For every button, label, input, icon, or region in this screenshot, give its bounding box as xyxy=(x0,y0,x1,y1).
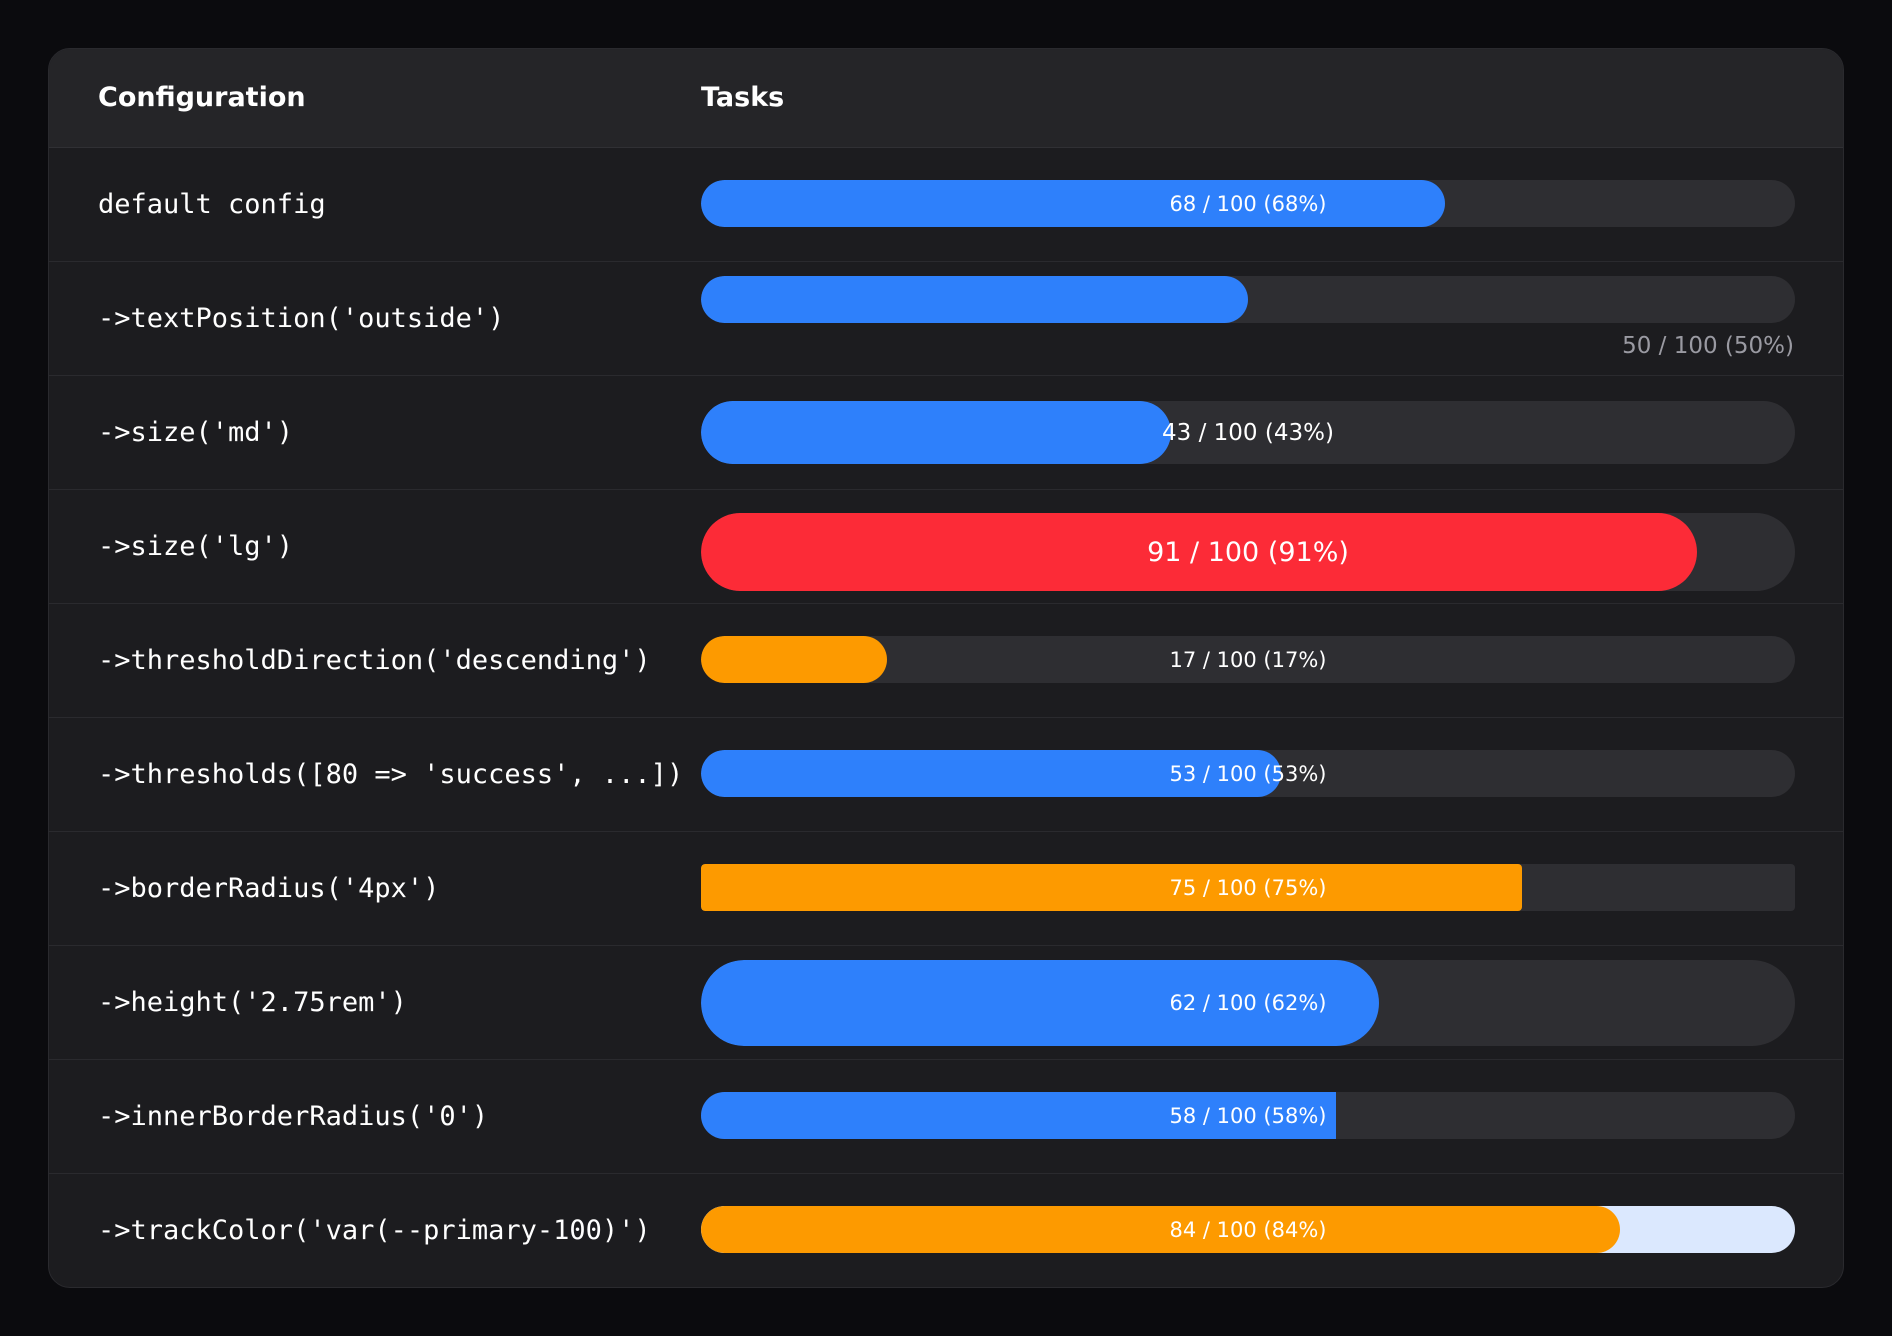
config-label: ->height('2.75rem') xyxy=(98,987,407,1018)
config-label: ->trackColor('var(--primary-100)') xyxy=(98,1215,651,1246)
table-row: ->thresholds([80 => 'success', ...]) 53 /… xyxy=(49,718,1843,832)
progress-track: 53 / 100 (53%) xyxy=(701,750,1795,797)
table-row: default config 68 / 100 (68%) xyxy=(49,148,1843,262)
progress-label: 43 / 100 (43%) xyxy=(1162,419,1334,446)
config-label: ->thresholds([80 => 'success', ...]) xyxy=(98,759,684,790)
config-label: ->borderRadius('4px') xyxy=(98,873,440,904)
progress-label: 58 / 100 (58%) xyxy=(1169,1103,1327,1128)
table-row: ->borderRadius('4px') 75 / 100 (75%) xyxy=(49,832,1843,946)
progress-track: 62 / 100 (62%) xyxy=(701,960,1795,1046)
progress-label-outside: 50 / 100 (50%) xyxy=(1622,333,1794,359)
progress-track: 91 / 100 (91%) xyxy=(701,513,1795,591)
column-header-tasks: Tasks xyxy=(701,82,785,113)
progress-track: 68 / 100 (68%) xyxy=(701,180,1795,227)
column-header-configuration: Configuration xyxy=(98,82,306,113)
table-row: ->innerBorderRadius('0') 58 / 100 (58%) xyxy=(49,1060,1843,1174)
config-label: default config xyxy=(98,189,326,220)
config-label: ->textPosition('outside') xyxy=(98,303,505,334)
table-row: ->thresholdDirection('descending') 17 / 1… xyxy=(49,604,1843,718)
table-header: Configuration Tasks xyxy=(49,49,1843,148)
progress-track: 75 / 100 (75%) xyxy=(701,864,1795,911)
table-body: default config 68 / 100 (68%) ->textPositi… xyxy=(49,148,1843,1287)
table-row: ->textPosition('outside') 50 / 100 (50%) xyxy=(49,262,1843,376)
table-row: ->size('md') 43 / 100 (43%) xyxy=(49,376,1843,490)
table-row: ->height('2.75rem') 62 / 100 (62%) xyxy=(49,946,1843,1060)
progress-track: 43 / 100 (43%) xyxy=(701,401,1795,464)
table-row: ->trackColor('var(--primary-100)') 84 / 1… xyxy=(49,1174,1843,1287)
config-label: ->thresholdDirection('descending') xyxy=(98,645,651,676)
config-label: ->size('md') xyxy=(98,417,294,448)
table-row: ->size('lg') 91 / 100 (91%) xyxy=(49,490,1843,604)
progress-track: 58 / 100 (58%) xyxy=(701,1092,1795,1139)
progress-label: 84 / 100 (84%) xyxy=(1169,1217,1327,1242)
progress-label: 17 / 100 (17%) xyxy=(1169,647,1327,672)
progress-label: 68 / 100 (68%) xyxy=(1169,191,1327,216)
progress-track xyxy=(701,276,1795,323)
progress-fill xyxy=(701,276,1248,323)
config-label: ->size('lg') xyxy=(98,531,294,562)
progress-label: 75 / 100 (75%) xyxy=(1169,875,1327,900)
progress-bar-table: Configuration Tasks default config 68 / 1… xyxy=(48,48,1844,1288)
progress-label: 53 / 100 (53%) xyxy=(1169,761,1327,786)
progress-label: 91 / 100 (91%) xyxy=(1147,536,1349,568)
config-label: ->innerBorderRadius('0') xyxy=(98,1101,489,1132)
progress-track: 17 / 100 (17%) xyxy=(701,636,1795,683)
progress-label: 62 / 100 (62%) xyxy=(1169,991,1327,1015)
progress-track: 84 / 100 (84%) xyxy=(701,1206,1795,1253)
